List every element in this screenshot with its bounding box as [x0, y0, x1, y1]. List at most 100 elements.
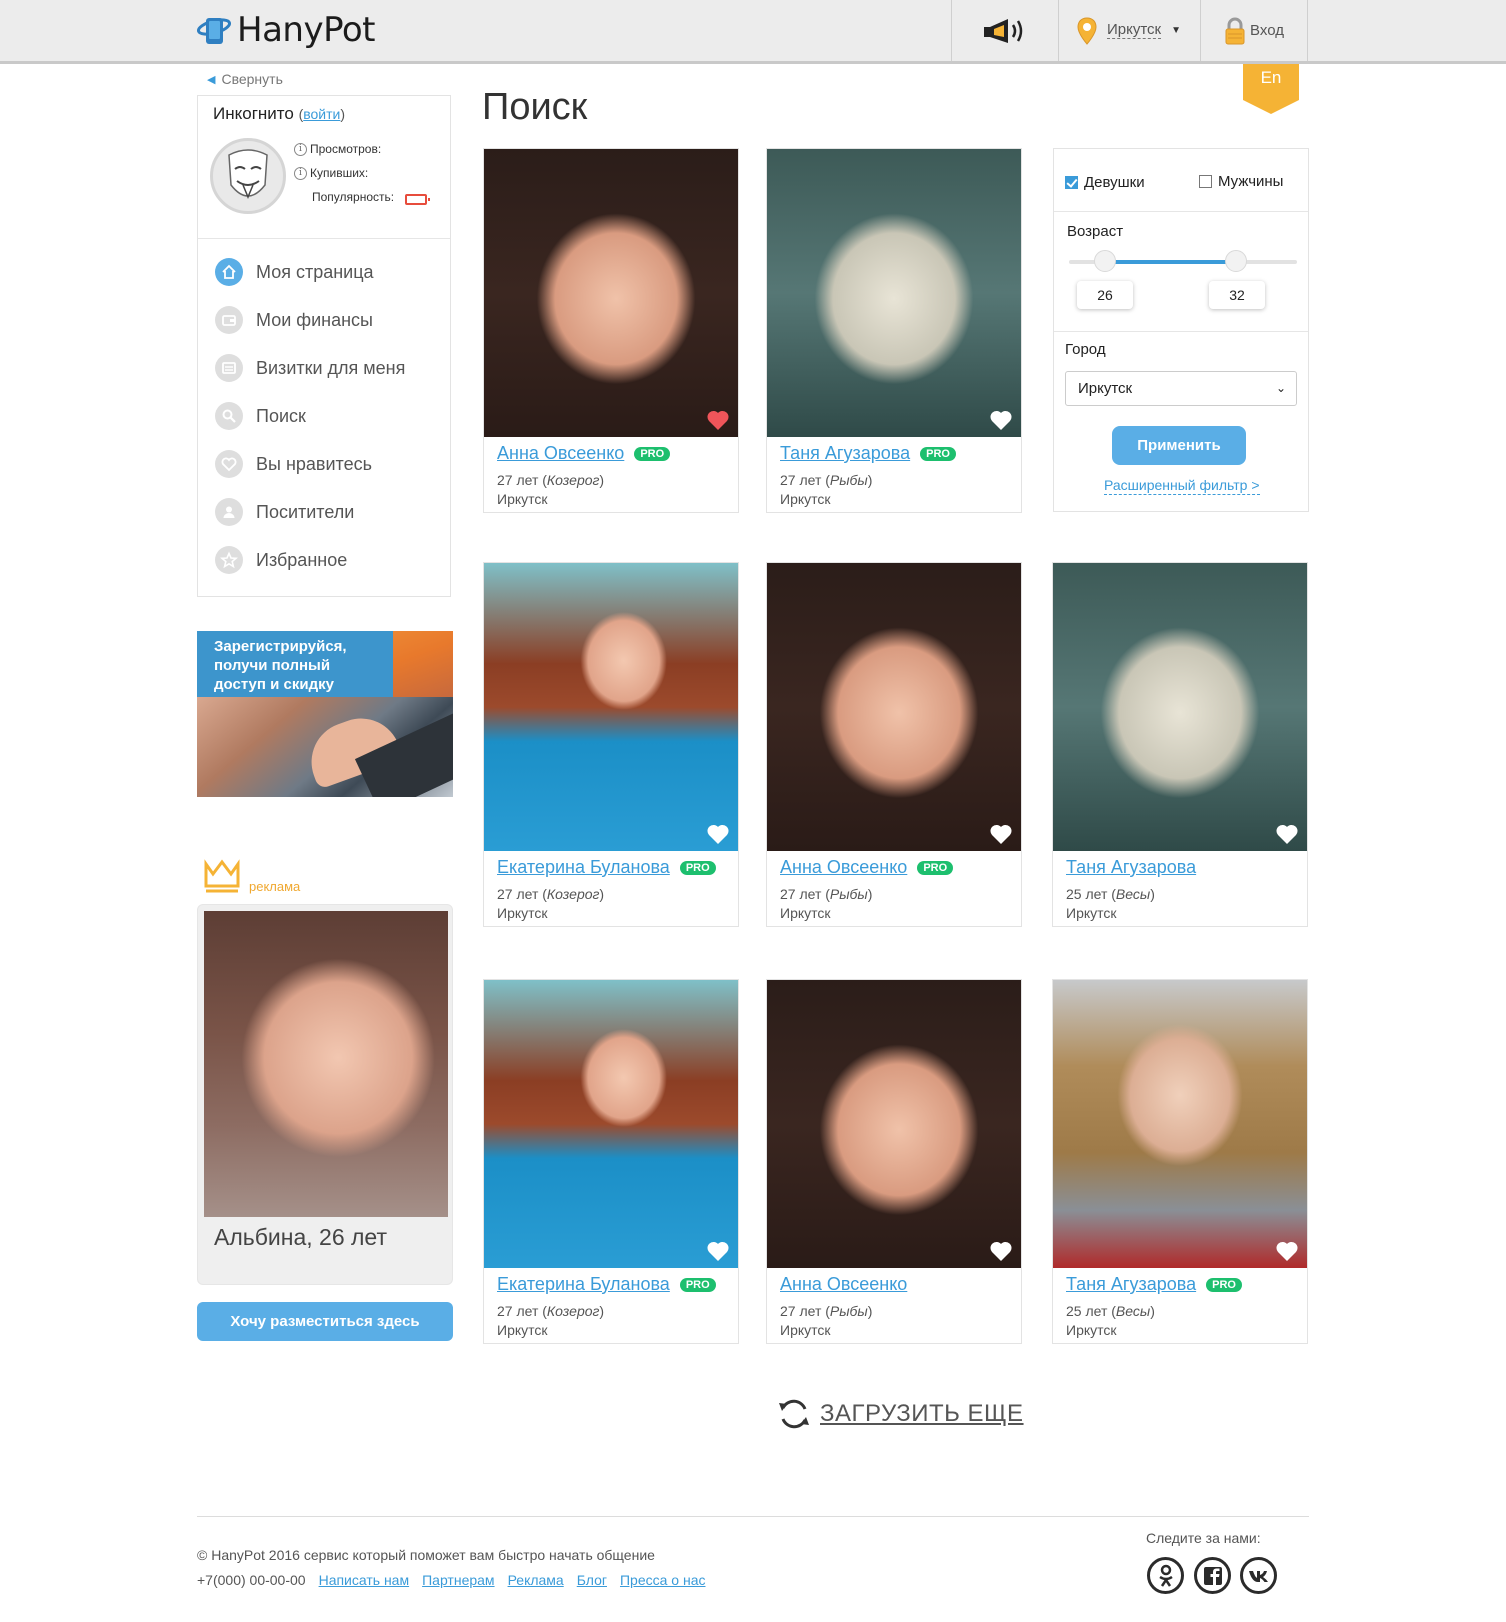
- footer-link-partners[interactable]: Партнерам: [422, 1572, 494, 1588]
- profile-divider: [198, 238, 450, 239]
- sidebar-menu: Моя страница Мои финансы Визитки для мен…: [215, 248, 405, 584]
- profile-name-link[interactable]: Анна Овсеенко: [780, 857, 907, 878]
- pro-badge: PRO: [634, 446, 671, 461]
- footer-link-blog[interactable]: Блог: [577, 1572, 607, 1588]
- like-heart-icon[interactable]: [989, 409, 1013, 431]
- zodiac-sign: Весы: [1115, 1303, 1151, 1319]
- profile-photo[interactable]: [767, 563, 1021, 851]
- language-label[interactable]: En: [1243, 68, 1299, 88]
- like-heart-icon[interactable]: [706, 1240, 730, 1262]
- collapse-label: Свернуть: [221, 71, 283, 87]
- profile-name-link[interactable]: Анна Овсеенко: [497, 443, 624, 464]
- profile-card[interactable]: Таня Агузарова PRO 25 лет (Весы) Иркутск: [1052, 979, 1308, 1344]
- men-checkbox-row[interactable]: Мужчины: [1199, 173, 1283, 190]
- girls-checkbox-row[interactable]: Девушки: [1065, 174, 1145, 191]
- sidebar-item-search[interactable]: Поиск: [215, 392, 405, 440]
- profile-card[interactable]: Анна Овсеенко PRO 27 лет (Козерог) Иркутск: [483, 148, 739, 513]
- vk-icon[interactable]: [1240, 1557, 1277, 1594]
- profile-photo[interactable]: [1053, 980, 1307, 1268]
- sidebar-item-label: Поиск: [256, 405, 306, 426]
- girls-checkbox[interactable]: [1065, 176, 1078, 189]
- profile-city: Иркутск: [780, 905, 831, 921]
- collapse-sidebar-link[interactable]: ◀ Свернуть: [207, 71, 283, 87]
- home-icon: [215, 258, 243, 286]
- profile-card[interactable]: Таня Агузарова 25 лет (Весы) Иркутск: [1052, 562, 1308, 927]
- men-checkbox[interactable]: [1199, 175, 1212, 188]
- facebook-icon[interactable]: [1194, 1557, 1231, 1594]
- star-icon: [215, 546, 243, 574]
- buyers-stat: i Купивших:: [294, 166, 368, 180]
- login-button[interactable]: Вход: [1201, 0, 1307, 61]
- city-selector[interactable]: Иркутск ▼: [1059, 0, 1199, 61]
- profile-name-row: Екатерина Буланова PRO: [497, 857, 716, 878]
- profile-card[interactable]: Анна Овсеенко PRO 27 лет (Рыбы) Иркутск: [766, 562, 1022, 927]
- registration-promo-banner[interactable]: Зарегистрируйся, получи полный доступ и …: [197, 631, 453, 797]
- profile-photo[interactable]: [767, 980, 1021, 1268]
- sidebar-item-visitors[interactable]: Поситители: [215, 488, 405, 536]
- sidebar-item-label: Моя страница: [256, 261, 374, 282]
- pro-badge: PRO: [679, 1277, 716, 1292]
- footer-link-press[interactable]: Пресса о нас: [620, 1572, 706, 1588]
- sidebar-item-favorites[interactable]: Избранное: [215, 536, 405, 584]
- profile-name-link[interactable]: Таня Агузарова: [1066, 1274, 1196, 1295]
- zodiac-sign: Весы: [1115, 886, 1151, 902]
- sidebar-item-likes[interactable]: Вы нравитесь: [215, 440, 405, 488]
- age-max-handle[interactable]: [1225, 250, 1247, 272]
- profile-photo[interactable]: [767, 149, 1021, 437]
- profile-age: 27 лет (Козерог): [497, 1303, 605, 1319]
- zodiac-sign: Козерог: [546, 472, 600, 488]
- profile-card[interactable]: Екатерина Буланова PRO 27 лет (Козерог) Ирк…: [483, 979, 739, 1344]
- footer-divider: [197, 1516, 1309, 1517]
- logo-text: HanyPot: [237, 10, 376, 50]
- profile-photo[interactable]: [484, 563, 738, 851]
- login-link[interactable]: войти: [303, 106, 340, 122]
- age-min-value[interactable]: 26: [1077, 281, 1133, 309]
- profile-card[interactable]: Екатерина Буланова PRO 27 лет (Козерог) Ирк…: [483, 562, 739, 927]
- profile-name-link[interactable]: Таня Агузарова: [780, 443, 910, 464]
- sidebar-item-finances[interactable]: Мои финансы: [215, 296, 405, 344]
- profile-name-link[interactable]: Екатерина Буланова: [497, 857, 670, 878]
- like-heart-icon[interactable]: [1275, 823, 1299, 845]
- profile-name-row: Анна Овсеенко PRO: [780, 857, 954, 878]
- age-slider-range: [1105, 260, 1233, 264]
- like-heart-icon[interactable]: [989, 823, 1013, 845]
- buyers-label: Купивших:: [310, 166, 369, 180]
- apply-button[interactable]: Применить: [1112, 426, 1246, 465]
- odnoklassniki-icon[interactable]: [1147, 1557, 1184, 1594]
- age-min-handle[interactable]: [1094, 250, 1116, 272]
- like-heart-icon[interactable]: [1275, 1240, 1299, 1262]
- city-select[interactable]: Иркутск ⌄: [1065, 371, 1297, 406]
- sidebar-item-my-page[interactable]: Моя страница: [215, 248, 405, 296]
- profile-title: Инкогнито (войти): [213, 104, 346, 123]
- zodiac-sign: Рыбы: [829, 1303, 868, 1319]
- profile-name-link[interactable]: Анна Овсеенко: [780, 1274, 907, 1295]
- like-heart-icon[interactable]: [989, 1240, 1013, 1262]
- profile-card[interactable]: Таня Агузарова PRO 27 лет (Рыбы) Иркутск: [766, 148, 1022, 513]
- profile-city: Иркутск: [497, 905, 548, 921]
- zodiac-sign: Рыбы: [829, 886, 868, 902]
- profile-age: 27 лет (Козерог): [497, 886, 605, 902]
- age-max-value[interactable]: 32: [1209, 281, 1265, 309]
- profile-name: Инкогнито: [213, 104, 294, 123]
- sidebar-item-cards[interactable]: Визитки для меня: [215, 344, 405, 392]
- profile-card[interactable]: Анна Овсеенко 27 лет (Рыбы) Иркутск: [766, 979, 1022, 1344]
- footer-link-ads[interactable]: Реклама: [508, 1572, 564, 1588]
- profile-city: Иркутск: [497, 491, 548, 507]
- logo[interactable]: HanyPot: [197, 8, 376, 52]
- announce-button[interactable]: [952, 0, 1057, 61]
- profile-name-link[interactable]: Екатерина Буланова: [497, 1274, 670, 1295]
- profile-photo[interactable]: [484, 980, 738, 1268]
- ad-name: Альбина, 26 лет: [214, 1224, 387, 1250]
- footer-link-contact[interactable]: Написать нам: [319, 1572, 410, 1588]
- profile-name-link[interactable]: Таня Агузарова: [1066, 857, 1196, 878]
- profile-photo[interactable]: [484, 149, 738, 437]
- ad-card[interactable]: Альбина, 26 лет: [197, 904, 453, 1285]
- extended-filter-link[interactable]: Расширенный фильтр >: [1104, 477, 1260, 495]
- like-heart-icon[interactable]: [706, 823, 730, 845]
- profile-age: 25 лет (Весы): [1066, 886, 1155, 902]
- profile-photo[interactable]: [1053, 563, 1307, 851]
- place-ad-button[interactable]: Хочу разместиться здесь: [197, 1302, 453, 1341]
- like-heart-icon[interactable]: [706, 409, 730, 431]
- user-icon: [215, 498, 243, 526]
- load-more-button[interactable]: ЗАГРУЗИТЬ ЕЩЕ: [776, 1396, 1024, 1432]
